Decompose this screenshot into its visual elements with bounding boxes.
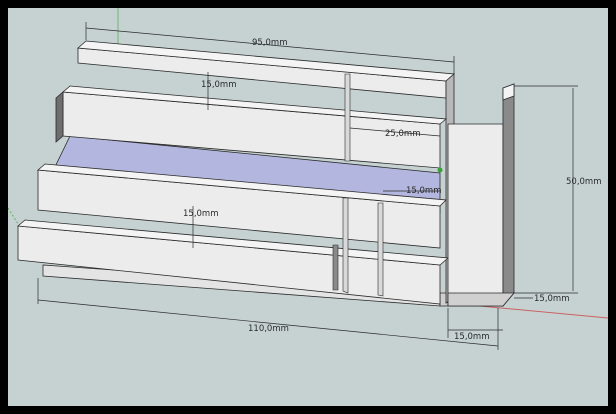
dim-bottom-width: 110,0mm xyxy=(248,324,289,334)
model-scene[interactable]: 95,0mm 15,0mm 25,0mm 15,0mm 15,0mm 50,0m… xyxy=(8,8,608,406)
dim-inner-gap-top: 15,0mm xyxy=(201,80,237,90)
dim-base-width: 15,0mm xyxy=(454,332,490,342)
dim-top-width: 95,0mm xyxy=(252,38,288,48)
dim-height: 50,0mm xyxy=(566,177,602,187)
dim-small-gap: 15,0mm xyxy=(406,186,442,196)
dim-base-depth: 15,0mm xyxy=(534,294,570,304)
dim-right-section: 25,0mm xyxy=(385,129,421,139)
sketchup-viewport[interactable]: 95,0mm 15,0mm 25,0mm 15,0mm 15,0mm 50,0m… xyxy=(8,8,608,406)
dim-inner-gap-mid: 15,0mm xyxy=(183,209,219,219)
right-stand[interactable] xyxy=(447,83,515,308)
screenshot-frame: 95,0mm 15,0mm 25,0mm 15,0mm 15,0mm 50,0m… xyxy=(0,0,616,414)
vertex-marker xyxy=(437,167,443,173)
